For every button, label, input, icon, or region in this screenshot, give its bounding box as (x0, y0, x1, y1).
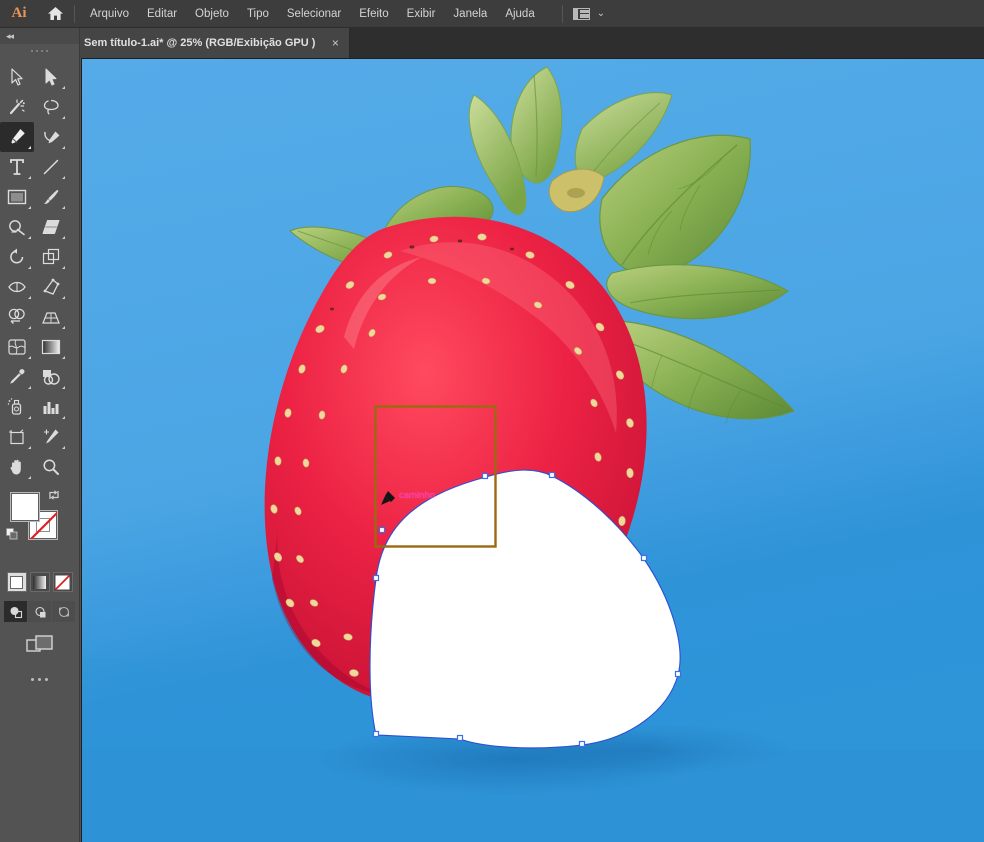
menu-divider-right (561, 4, 563, 23)
tool-row (0, 392, 79, 422)
line-segment-tool[interactable] (34, 152, 68, 182)
menu-item-objeto[interactable]: Objeto (186, 0, 238, 28)
tool-row (0, 422, 79, 452)
scale-tool[interactable] (34, 242, 68, 272)
tool-row (0, 62, 79, 92)
close-icon[interactable]: × (329, 37, 341, 49)
tool-row (0, 152, 79, 182)
eyedropper-tool[interactable] (0, 362, 34, 392)
perspective-grid-tool[interactable] (34, 302, 68, 332)
draw-mode-buttons (0, 601, 79, 622)
default-fill-stroke-icon[interactable] (6, 528, 19, 541)
menu-item-tipo[interactable]: Tipo (238, 0, 278, 28)
artboard-tool[interactable] (0, 422, 34, 452)
draw-behind-button[interactable] (28, 601, 51, 622)
zoom-tool[interactable] (34, 452, 68, 482)
blend-tool[interactable] (34, 362, 68, 392)
path-name-label: caminho (399, 490, 435, 501)
lasso-tool[interactable] (34, 92, 68, 122)
tools-panel-header[interactable]: ◂◂ (0, 28, 79, 44)
rectangle-tool[interactable] (0, 182, 34, 212)
artboard-canvas[interactable]: caminho (81, 58, 984, 842)
chevron-down-icon: ⌄ (596, 7, 606, 19)
document-tab[interactable]: Sem título-1.ai* @ 25% (RGB/Exibição GPU… (72, 28, 351, 58)
rotate-tool[interactable] (0, 242, 34, 272)
collapse-panel-icon[interactable]: ◂◂ (6, 31, 14, 42)
menu-bar: Ai Arquivo Editar Objeto Tipo Selecionar… (0, 0, 984, 28)
draw-inside-button[interactable] (52, 601, 75, 622)
fill-swatch[interactable] (10, 492, 40, 522)
color-mode-buttons (0, 572, 79, 592)
tool-row (0, 332, 79, 362)
tools-panel: ◂◂ (0, 28, 80, 842)
change-screen-mode-button[interactable] (0, 634, 79, 656)
curvature-tool[interactable] (34, 122, 68, 152)
selection-tool[interactable] (0, 62, 34, 92)
home-icon[interactable] (38, 0, 72, 28)
menu-item-ajuda[interactable]: Ajuda (496, 0, 543, 28)
illustrator-window: Ai Arquivo Editar Objeto Tipo Selecionar… (0, 0, 984, 842)
tool-row (0, 122, 79, 152)
menu-divider (74, 4, 75, 23)
shape-builder-tool[interactable] (0, 302, 34, 332)
pen-tool[interactable] (0, 122, 34, 152)
hand-tool[interactable] (0, 452, 34, 482)
tool-row (0, 182, 79, 212)
free-transform-tool[interactable] (34, 272, 68, 302)
gradient-swatch-button[interactable] (29, 572, 50, 592)
tool-row (0, 452, 79, 482)
magic-wand-tool[interactable] (0, 92, 34, 122)
width-tool[interactable] (0, 272, 34, 302)
menu-item-arquivo[interactable]: Arquivo (81, 0, 138, 28)
menu-item-exibir[interactable]: Exibir (398, 0, 445, 28)
workspace-layout-icon (572, 7, 590, 20)
mesh-tool[interactable] (0, 332, 34, 362)
direct-selection-tool[interactable] (34, 62, 68, 92)
tools-panel-grip[interactable] (0, 44, 79, 58)
tool-row (0, 272, 79, 302)
app-logo: Ai (11, 5, 27, 21)
swap-fill-stroke-icon[interactable] (47, 488, 61, 502)
menu-item-editar[interactable]: Editar (138, 0, 186, 28)
gradient-tool[interactable] (34, 332, 68, 362)
slice-tool[interactable] (34, 422, 68, 452)
paintbrush-tool[interactable] (34, 182, 68, 212)
workspace-switcher[interactable]: ⌄ (572, 7, 606, 20)
tool-row (0, 92, 79, 122)
tool-row (0, 242, 79, 272)
document-tab-bar: Sem título-1.ai* @ 25% (RGB/Exibição GPU… (0, 28, 984, 58)
document-tab-title: Sem título-1.ai* @ 25% (RGB/Exibição GPU… (84, 37, 316, 49)
menu-item-janela[interactable]: Janela (444, 0, 496, 28)
tool-row (0, 362, 79, 392)
artwork-svg (82, 59, 984, 842)
tool-list (0, 58, 79, 482)
none-swatch-button[interactable] (52, 572, 73, 592)
shaper-tool[interactable] (0, 212, 34, 242)
menu-item-selecionar[interactable]: Selecionar (278, 0, 350, 28)
draw-normal-button[interactable] (4, 601, 27, 622)
column-graph-tool[interactable] (34, 392, 68, 422)
eraser-tool[interactable] (34, 212, 68, 242)
type-tool[interactable] (0, 152, 34, 182)
tool-row (0, 302, 79, 332)
menu-item-efeito[interactable]: Efeito (350, 0, 397, 28)
fill-stroke-controls (0, 488, 79, 570)
color-swatch-button[interactable] (6, 572, 27, 592)
tool-row (0, 212, 79, 242)
menu-item-list: Arquivo Editar Objeto Tipo Selecionar Ef… (81, 0, 544, 28)
symbol-sprayer-tool[interactable] (0, 392, 34, 422)
edit-toolbar-button[interactable] (0, 678, 79, 681)
